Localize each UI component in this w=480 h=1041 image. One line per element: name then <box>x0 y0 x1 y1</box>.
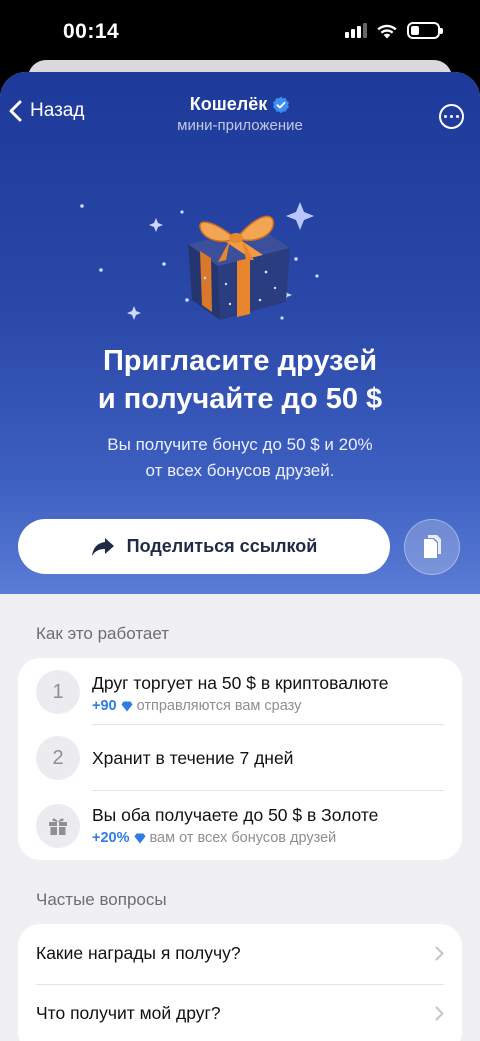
how-it-works-card: 1 Друг торгует на 50 $ в криптовалюте +9… <box>18 658 462 860</box>
step-note: +90 отправляются вам сразу <box>92 698 301 714</box>
step-note: +20% вам от всех бонусов друзей <box>92 830 336 846</box>
headline-line-2: и получайте до 50 $ <box>97 383 383 415</box>
share-arrow-icon <box>91 537 114 556</box>
step-note-text: вам от всех бонусов друзей <box>149 830 337 846</box>
gift-icon <box>36 804 80 848</box>
headline-line-1: Пригласите друзей <box>102 345 378 377</box>
copy-icon <box>424 535 441 558</box>
gem-icon <box>121 701 133 711</box>
hero-headline: Пригласите друзей и получайте до 50 $ <box>0 342 480 418</box>
faq-item-friend[interactable]: Что получит мой друг? <box>18 984 462 1041</box>
faq-item-rewards[interactable]: Какие награды я получу? <box>18 924 462 984</box>
step-badge: 1 <box>36 670 80 714</box>
step-badge: 2 <box>36 736 80 780</box>
chevron-right-icon <box>435 946 444 961</box>
app-title-block: Кошелёк мини-приложение <box>0 94 480 134</box>
subtext-line-1: Вы получите бонус до 50 $ и 20% <box>107 435 373 454</box>
app-name: Кошелёк <box>189 94 268 114</box>
app-subtitle: мини-приложение <box>177 117 303 134</box>
share-link-label: Поделиться ссылкой <box>126 536 318 556</box>
battery-icon <box>407 22 443 39</box>
faq-item-label: Какие награды я получу? <box>36 943 241 963</box>
app-title: Кошелёк <box>190 94 290 115</box>
mini-app-sheet: Назад Кошелёк мини-приложение Пригласите… <box>0 72 480 1041</box>
more-icon <box>443 114 448 119</box>
status-icons <box>345 22 443 39</box>
hero-section: Назад Кошелёк мини-приложение Пригласите… <box>0 72 480 594</box>
how-it-works-title: Как это работает <box>36 624 170 643</box>
faq-card: Какие награды я получу? Что получит мой … <box>18 924 462 1041</box>
step-note-text: отправляются вам сразу <box>136 698 302 714</box>
verified-icon <box>273 96 290 113</box>
hero-subtext: Вы получите бонус до 50 $ и 20% от всех … <box>0 432 480 484</box>
step-bonus-value: +20% <box>92 830 130 846</box>
gift-box-icon <box>188 215 290 320</box>
faq-item-label: Что получит мой друг? <box>36 1003 221 1023</box>
wifi-icon <box>377 24 397 38</box>
divider <box>92 790 444 791</box>
step-title: Вы оба получаете до 50 $ в Золоте <box>92 805 379 825</box>
chevron-right-icon <box>435 1006 444 1021</box>
gem-icon <box>134 833 145 843</box>
copy-link-button[interactable] <box>404 519 460 575</box>
step-title: Друг торгует на 50 $ в криптовалюте <box>92 673 389 693</box>
status-bar: 00:14 <box>0 0 480 62</box>
faq-title: Частые вопросы <box>36 890 167 909</box>
cellular-signal-icon <box>345 23 367 38</box>
subtext-line-2: от всех бонусов друзей. <box>145 461 335 480</box>
share-link-button[interactable]: Поделиться ссылкой <box>18 519 390 574</box>
gift-illustration <box>80 202 319 320</box>
divider <box>92 724 444 725</box>
status-time: 00:14 <box>63 20 120 43</box>
step-title: Хранит в течение 7 дней <box>92 748 294 768</box>
more-button[interactable] <box>439 104 464 129</box>
step-bonus-value: +90 <box>92 698 117 714</box>
